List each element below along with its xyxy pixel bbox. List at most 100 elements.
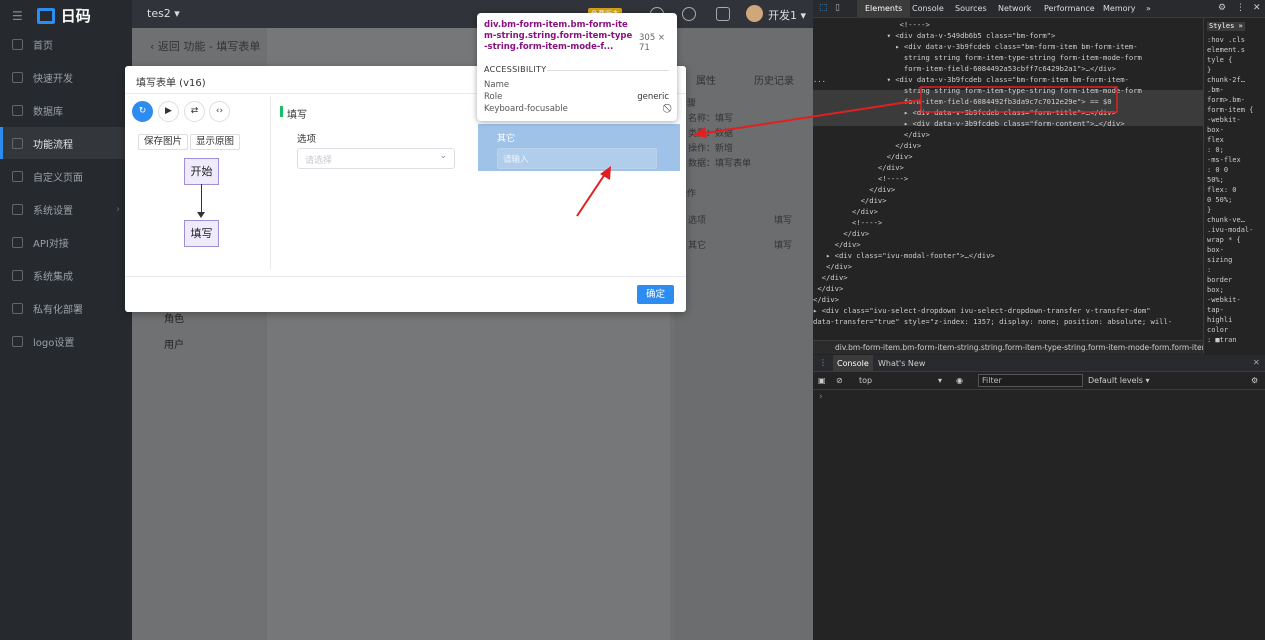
context-select[interactable]: top bbox=[859, 376, 872, 385]
dom-line[interactable]: data-transfer="true" style="z-index: 135… bbox=[813, 317, 1172, 326]
save-image-button[interactable]: 保存图片 bbox=[138, 134, 189, 150]
dom-line[interactable]: form-item-field-6084492fb3da9c7c7012e29e… bbox=[813, 97, 1112, 106]
sidebar-item-database[interactable]: 数据库 bbox=[0, 94, 132, 126]
project-selector[interactable]: tes2 ▾ bbox=[147, 7, 180, 20]
dom-line[interactable]: ▸ <div data-v-3b9fcdeb class="bm-form-it… bbox=[813, 42, 1137, 51]
sidebar-item-settings[interactable]: 系统设置 › bbox=[0, 193, 132, 225]
dom-line[interactable]: </div> bbox=[813, 141, 921, 150]
tab-whats-new[interactable]: What's New bbox=[878, 359, 925, 368]
tooltip-section: ACCESSIBILITY bbox=[484, 65, 547, 74]
ok-button[interactable]: 确定 bbox=[637, 285, 674, 304]
dom-line[interactable]: </div> bbox=[813, 185, 895, 194]
dom-line[interactable]: </div> bbox=[813, 207, 878, 216]
sidebar-item-custom-page[interactable]: 自定义页面 bbox=[0, 160, 132, 192]
show-original-button[interactable]: 显示原图 bbox=[190, 134, 241, 150]
dom-line[interactable]: </div> bbox=[813, 152, 913, 161]
tree-item-role[interactable]: 角色 bbox=[164, 310, 184, 325]
drawer-menu-icon[interactable]: ⋮ bbox=[819, 358, 827, 367]
dom-line[interactable]: </div> bbox=[813, 229, 869, 238]
dom-line[interactable]: <!----> bbox=[813, 20, 930, 29]
flow-node-start[interactable]: 开始 bbox=[184, 158, 219, 185]
dom-line[interactable]: ▸ <div class="ivu-select-dropdown ivu-se… bbox=[813, 306, 1151, 315]
tab-elements[interactable]: Elements bbox=[857, 0, 911, 18]
dom-line[interactable]: </div> bbox=[813, 196, 887, 205]
dom-line[interactable]: </div> bbox=[813, 163, 904, 172]
device-icon[interactable]: ▯ bbox=[835, 3, 840, 13]
logo[interactable]: ☰ 日码 bbox=[12, 5, 91, 26]
sidebar-item-private-deploy[interactable]: 私有化部署 bbox=[0, 292, 132, 324]
dom-line[interactable]: </div> bbox=[813, 295, 839, 304]
user-menu[interactable]: 开发1 ▾ bbox=[768, 7, 806, 23]
clear-console-icon[interactable]: ⊘ bbox=[836, 376, 843, 385]
dom-line[interactable]: </div> bbox=[813, 284, 843, 293]
sidebar-toggle-icon[interactable]: ▣ bbox=[818, 376, 826, 385]
option-select[interactable]: 请选择 ⌄ bbox=[297, 148, 455, 169]
kebab-icon[interactable]: ⋮ bbox=[1236, 3, 1245, 13]
dom-line[interactable]: </div> bbox=[813, 130, 930, 139]
dom-line[interactable]: string string form-item-type-string form… bbox=[813, 53, 1142, 62]
style-line: : 0 0 bbox=[1207, 166, 1229, 174]
dom-line[interactable]: ▸ <div data-v-3b9fcdeb class="form-conte… bbox=[813, 119, 1125, 128]
eye-icon[interactable]: ◉ bbox=[956, 376, 963, 385]
elements-tree: <!----> ▾ <div data-v-549db6b5 class="bm… bbox=[813, 18, 1203, 340]
sidebar-item-quick-dev[interactable]: 快速开发 bbox=[0, 61, 132, 93]
style-line: -ms-flex bbox=[1207, 156, 1241, 164]
dom-line[interactable]: <!----> bbox=[813, 218, 882, 227]
sidebar-item-logo-settings[interactable]: logo设置 bbox=[0, 325, 132, 357]
dom-line[interactable]: ... ▾ <div data-v-3b9fcdeb class="bm-for… bbox=[813, 75, 1129, 84]
flow-node-fill[interactable]: 填写 bbox=[184, 220, 219, 247]
tab-console-drawer[interactable]: Console bbox=[833, 355, 873, 372]
dom-line[interactable]: <!----> bbox=[813, 174, 908, 183]
sidebar-item-home[interactable]: 首页 bbox=[0, 28, 132, 60]
dom-breadcrumb[interactable]: div.bm-form-item.bm-form-item-string.str… bbox=[813, 340, 1203, 354]
inspect-icon[interactable]: ⬚ bbox=[819, 3, 828, 13]
tooltip-key: Keyboard-focusable bbox=[484, 104, 568, 114]
dom-line[interactable]: ▸ <div data-v-3b9fcdeb class="form-title… bbox=[813, 108, 1116, 117]
dom-line[interactable]: string string form-item-type-string form… bbox=[813, 86, 1142, 95]
dom-line[interactable]: </div> bbox=[813, 273, 848, 282]
tab-sources[interactable]: Sources bbox=[955, 4, 987, 13]
tab-performance[interactable]: Performance bbox=[1044, 4, 1095, 13]
console-prompt[interactable]: › bbox=[819, 392, 823, 402]
tab-console[interactable]: Console bbox=[912, 4, 944, 13]
play-button[interactable]: ▶ bbox=[158, 101, 179, 122]
menu-toggle-icon[interactable]: ☰ bbox=[12, 9, 23, 23]
sidebar-item-api[interactable]: API对接 bbox=[0, 226, 132, 258]
style-line: chunk-ve… bbox=[1207, 216, 1245, 224]
download-icon[interactable] bbox=[716, 7, 730, 21]
close-drawer-icon[interactable]: ✕ bbox=[1253, 358, 1260, 367]
sidebar-item-workflow[interactable]: 功能流程 bbox=[0, 127, 132, 159]
dom-line[interactable]: </div> bbox=[813, 240, 861, 249]
tab-history[interactable]: 历史记录 bbox=[754, 72, 794, 87]
logo-text: 日码 bbox=[60, 7, 91, 25]
avatar[interactable] bbox=[746, 5, 763, 22]
other-field-label: 其它 bbox=[497, 134, 516, 144]
styles-tab[interactable]: Styles » bbox=[1207, 22, 1245, 31]
tab-memory[interactable]: Memory bbox=[1103, 4, 1136, 13]
log-levels-select[interactable]: Default levels ▾ bbox=[1088, 376, 1150, 385]
tab-properties[interactable]: 属性 bbox=[696, 72, 716, 87]
refresh-button[interactable]: ↻ bbox=[132, 101, 153, 122]
tab-network[interactable]: Network bbox=[998, 4, 1031, 13]
tree-item-user[interactable]: 用户 bbox=[164, 336, 184, 351]
dom-line[interactable]: form-item-field-6084492a53cbff7c6429b2a1… bbox=[813, 64, 1116, 73]
right-panel: 属性 历史记录 步骤 名称：填写 类型：数据 操作：新增 数据：填写表单 操作 … bbox=[674, 28, 813, 640]
switch-button[interactable]: ⇄ bbox=[184, 101, 205, 122]
style-line: border bbox=[1207, 276, 1233, 284]
breadcrumb[interactable]: ‹ 返回 功能 - 填写表单 bbox=[150, 38, 260, 54]
dom-line[interactable]: ▸ <div class="ivu-modal-footer">…</div> bbox=[813, 251, 995, 260]
sidebar-item-integration[interactable]: 系统集成 bbox=[0, 259, 132, 291]
code-button[interactable]: ‹› bbox=[209, 101, 230, 122]
settings-icon[interactable]: ⚙ bbox=[1218, 3, 1226, 13]
theme-icon[interactable] bbox=[682, 7, 696, 21]
close-icon[interactable]: ✕ bbox=[1253, 3, 1261, 13]
console-settings-icon[interactable]: ⚙ bbox=[1251, 376, 1258, 385]
filter-input[interactable]: Filter bbox=[978, 374, 1083, 387]
other-input[interactable]: 请输入 bbox=[497, 148, 657, 169]
more-tabs-icon[interactable]: » bbox=[1146, 4, 1151, 13]
right-line: 操作：新增 bbox=[688, 144, 734, 154]
dom-line[interactable]: </div> bbox=[813, 262, 852, 271]
dom-line[interactable]: ▾ <div data-v-549db6b5 class="bm-form"> bbox=[813, 31, 1056, 40]
style-line: color bbox=[1207, 326, 1229, 334]
workflow-icon bbox=[12, 137, 23, 149]
